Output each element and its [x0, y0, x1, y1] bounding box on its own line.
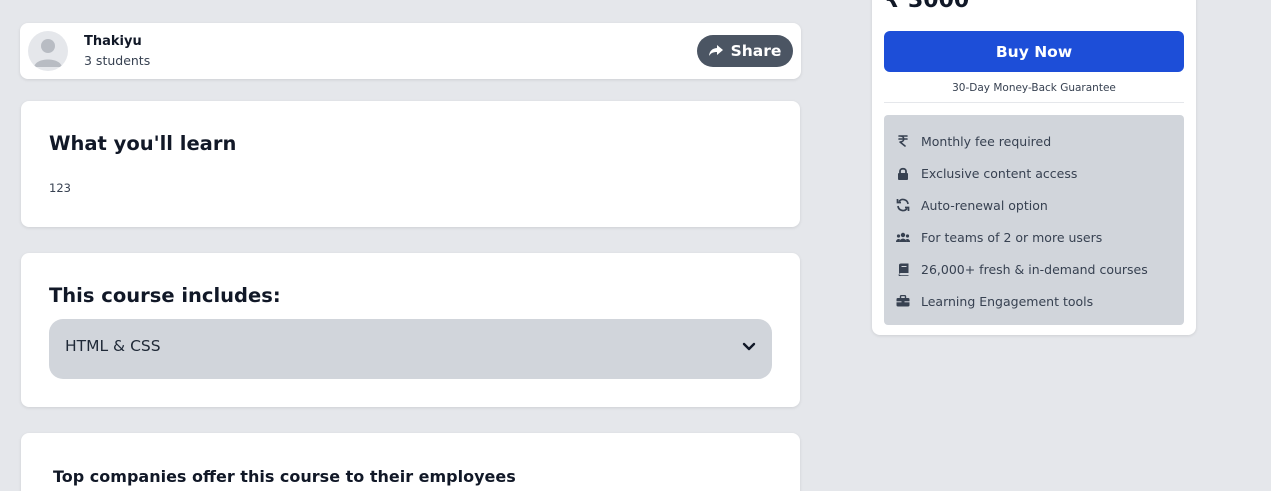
learn-body: 123	[49, 181, 71, 195]
companies-card: Top companies offer this course to their…	[21, 433, 800, 491]
feature-label: Learning Engagement tools	[921, 293, 1094, 309]
purchase-card: ₹ 3000 Buy Now 30-Day Money-Back Guarant…	[872, 0, 1196, 335]
avatar[interactable]	[28, 31, 68, 71]
feature-label: Exclusive content access	[921, 165, 1078, 181]
divider	[884, 102, 1184, 103]
refresh-icon	[896, 198, 910, 212]
learn-title: What you'll learn	[49, 132, 237, 155]
feature-item: Exclusive content access	[884, 157, 1184, 189]
student-count: 3 students	[84, 53, 151, 68]
accordion-label: HTML & CSS	[65, 337, 161, 355]
feature-label: Monthly fee required	[921, 133, 1052, 149]
feature-item: 26,000+ fresh & in-demand courses	[884, 253, 1184, 285]
share-label: Share	[730, 42, 782, 60]
instructor-name[interactable]: Thakiyu	[84, 34, 142, 49]
learn-card: What you'll learn 123	[21, 101, 800, 227]
feature-item: For teams of 2 or more users	[884, 221, 1184, 253]
share-button[interactable]: Share	[697, 35, 793, 67]
feature-item: Monthly fee required	[884, 125, 1184, 157]
includes-title: This course includes:	[49, 284, 281, 307]
includes-accordion[interactable]: HTML & CSS	[49, 319, 772, 379]
includes-card: This course includes: HTML & CSS	[21, 253, 800, 407]
rupee-icon	[896, 134, 910, 148]
features-list: Monthly fee required Exclusive content a…	[884, 115, 1184, 325]
money-back-guarantee: 30-Day Money-Back Guarantee	[952, 82, 1116, 94]
course-price: ₹ 3000	[885, 0, 970, 13]
companies-title: Top companies offer this course to their…	[53, 467, 516, 486]
book-icon	[896, 262, 910, 276]
lock-icon	[896, 166, 910, 180]
feature-item: Learning Engagement tools	[884, 285, 1184, 317]
users-icon	[896, 230, 910, 244]
feature-label: 26,000+ fresh & in-demand courses	[921, 261, 1148, 277]
feature-label: Auto-renewal option	[921, 197, 1048, 213]
toolbox-icon	[896, 294, 910, 308]
instructor-card: Thakiyu 3 students Share	[20, 23, 801, 79]
feature-label: For teams of 2 or more users	[921, 229, 1103, 245]
buy-now-button[interactable]: Buy Now	[884, 31, 1184, 72]
feature-item: Auto-renewal option	[884, 189, 1184, 221]
share-icon	[708, 45, 723, 56]
user-placeholder-icon	[34, 39, 62, 67]
chevron-down-icon	[742, 342, 756, 351]
